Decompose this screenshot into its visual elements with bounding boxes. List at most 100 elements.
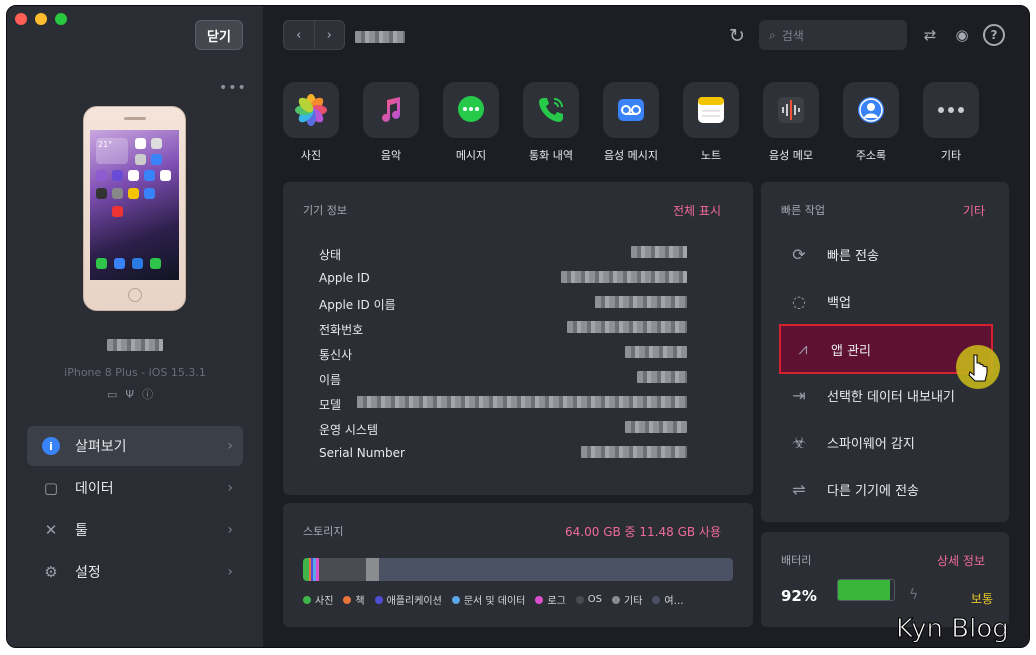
app-icon [144,170,155,181]
transfer-to-device-button[interactable]: ⇌ 다른 기기에 전송 [787,469,1001,509]
storage-bar [303,558,733,581]
info-row-phone: 전화번호 [319,321,721,338]
show-all-link[interactable]: 전체 표시 [673,202,721,219]
quick-transfer-button[interactable]: ⟳ 빠른 전송 [787,234,1001,274]
chevron-right-icon: › [227,522,233,538]
phone-screen: 21° [90,130,179,280]
window-close-button[interactable] [15,13,27,25]
category-label: 통화 내역 [529,149,573,162]
cursor-highlight [956,345,1000,389]
sidebar-item-tools[interactable]: ✕ 툴 › [27,510,243,550]
category-label: 음성 메모 [769,149,813,162]
help-icon[interactable]: ? [983,24,1005,46]
info-value-redacted [637,371,687,383]
category-photos[interactable]: 사진 [283,82,339,163]
device-menu-icon[interactable]: ••• [219,80,247,96]
info-value-redacted [625,346,687,358]
storage-summary: 64.00 GB 중 11.48 GB 사용 [565,525,721,539]
history-nav: ‹ › [283,20,345,50]
info-value-redacted [561,271,687,283]
square-icon: ▢ [43,479,59,497]
category-label: 음악 [380,149,402,162]
category-label: 기타 [940,149,962,162]
category-notes[interactable]: 노트 [683,82,739,163]
info-value-redacted [595,296,687,308]
category-row: 사진 음악 메시지 통화 내역 음성 메시지 노트 음성 메모 주소록 기타 [283,82,979,163]
quick-action-label: 빠른 전송 [827,248,879,264]
forward-button[interactable]: › [313,21,345,49]
spyware-detection-button[interactable]: ☣ 스파이웨어 감지 [787,422,1001,462]
battery-level-bar [837,579,895,601]
sidebar-item-label: 데이터 [75,481,114,497]
category-other[interactable]: 기타 [923,82,979,163]
search-placeholder: 검색 [781,28,804,43]
legend-item: 로그 [535,592,566,607]
quick-action-label: 백업 [827,295,851,311]
sidebar-item-data[interactable]: ▢ 데이터 › [27,468,243,508]
info-row-name: 이름 [319,371,721,388]
sidebar-item-settings[interactable]: ⚙ 설정 › [27,552,243,592]
category-label: 사진 [300,149,322,162]
window-maximize-button[interactable] [55,13,67,25]
refresh-icon[interactable]: ↻ [729,25,745,47]
info-row-apple-id-name: Apple ID 이름 [319,296,721,313]
app-icon [160,170,171,181]
app-icon [112,206,123,217]
app-icon [128,170,139,181]
chevron-right-icon: › [227,480,233,496]
voice-memo-icon [763,82,819,138]
back-button[interactable]: ‹ [284,21,314,49]
phone-speaker [124,117,146,120]
info-value-redacted [567,321,687,333]
app-icon [151,154,162,165]
info-row-status: 상태 [319,246,721,263]
backup-button[interactable]: ◌ 백업 [787,281,1001,321]
export-icon: ⇥ [792,385,806,405]
legend-item: OS [575,592,602,607]
contacts-icon [843,82,899,138]
more-actions-link[interactable]: 기타 [963,202,985,219]
app-icon [144,188,155,199]
info-value-redacted [631,246,687,258]
close-button[interactable]: 닫기 [195,20,243,50]
storage-legend: 사진 책 애플리케이션 문서 및 데이터 로그 OS 기타 여… [303,592,684,607]
info-row-model: 모델 [319,396,721,413]
info-circle-icon[interactable]: ⓘ [142,386,153,402]
info-row-os: 운영 시스템 [319,421,721,438]
category-contacts[interactable]: 주소록 [843,82,899,163]
device-info-card: 기기 정보 전체 표시 상태 Apple ID Apple ID 이름 전화번호… [283,182,753,495]
search-input[interactable]: ⌕ 검색 [759,20,907,50]
storage-card: 스토리지 64.00 GB 중 11.48 GB 사용 사진 책 애플리케이션 … [283,503,753,627]
info-row-serial: Serial Number [319,446,721,460]
category-call-history[interactable]: 통화 내역 [523,82,579,163]
dock-safari-icon [132,258,143,269]
category-messages[interactable]: 메시지 [443,82,499,163]
battery-status-icon: ▭ [107,387,118,401]
category-voice-memos[interactable]: 음성 메모 [763,82,819,163]
sidebar-item-overview[interactable]: i 살펴보기 › [27,426,243,466]
category-voicemail[interactable]: 음성 메시지 [603,82,659,163]
battery-health-status: 보통 [970,592,993,606]
category-music[interactable]: 음악 [363,82,419,163]
legend-item: 문서 및 데이터 [451,592,525,607]
chevron-right-icon: › [227,564,233,580]
backup-icon: ◌ [792,291,806,311]
window-minimize-button[interactable] [35,13,47,25]
app-store-icon: ⩘ [798,339,808,358]
card-title: 배터리 [781,554,812,567]
app-window: 닫기 ••• 21° iPhone 8 Plus - iOS 15.3.1 ▭ … [6,5,1030,648]
dock-phone-icon [96,258,107,269]
info-value-redacted [625,421,687,433]
transfer-icon[interactable]: ⇄ [919,24,941,46]
dock-messages-icon [150,258,161,269]
charging-bolt-icon: ϟ [909,587,919,603]
main-panel: ‹ › ↻ ⌕ 검색 ⇄ ◉ ? 사진 음악 메시지 통화 내역 음성 메시지 … [263,6,1029,647]
app-icon [112,188,123,199]
category-label: 주소록 [855,149,887,162]
app-icon [135,154,146,165]
battery-card: 배터리 상세 정보 92% ϟ 보통 [761,532,1009,627]
device-status-icons: ▭ Ψ ⓘ [107,386,153,402]
account-icon[interactable]: ◉ [951,24,973,46]
battery-details-link[interactable]: 상세 정보 [937,552,985,569]
sidebar-item-label: 살펴보기 [75,439,127,455]
